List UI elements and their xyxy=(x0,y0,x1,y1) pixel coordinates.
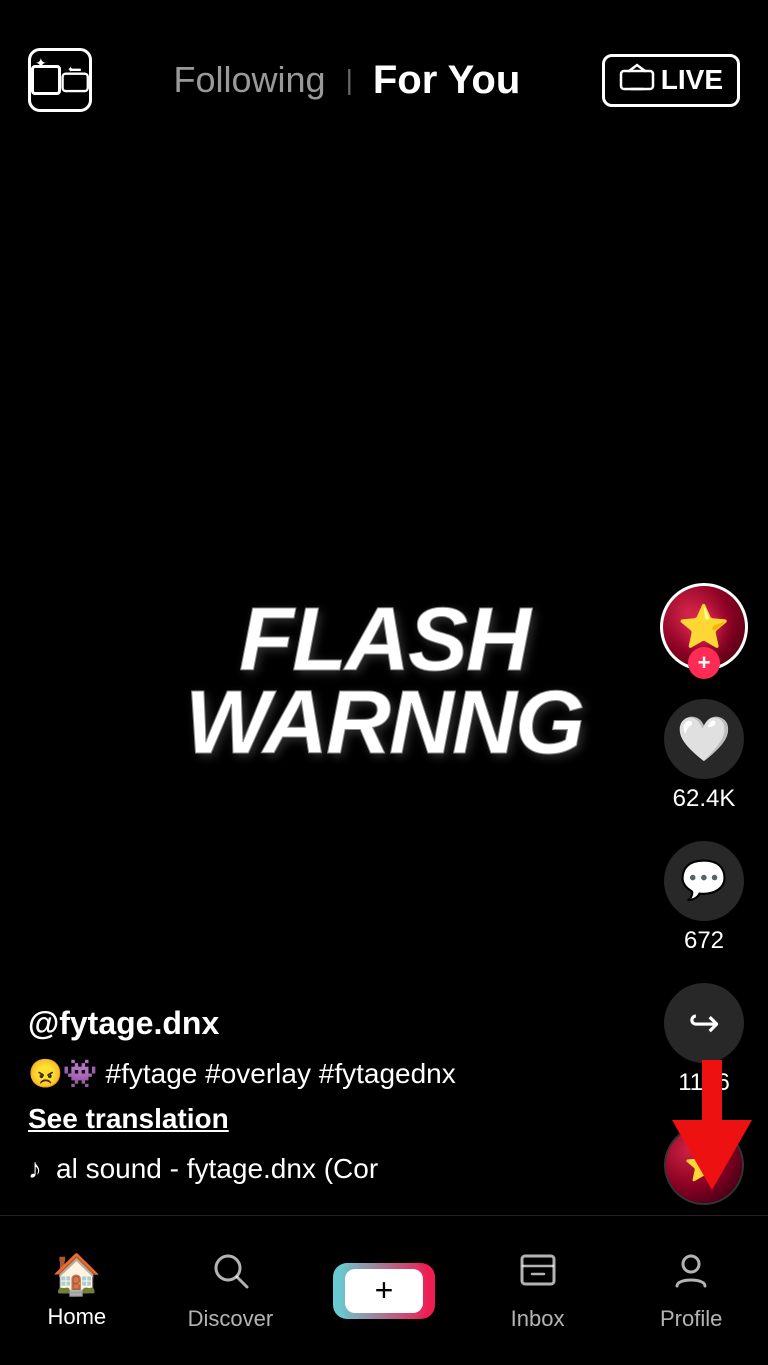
comment-count: 672 xyxy=(684,927,724,955)
creator-avatar[interactable]: ⭐ + xyxy=(660,583,748,671)
creator-username[interactable]: @fytage.dnx xyxy=(28,1005,580,1042)
for-you-tab[interactable]: For You xyxy=(373,58,520,103)
profile-icon xyxy=(671,1250,711,1300)
music-note-icon: ♪ xyxy=(28,1153,42,1185)
plus-icon: + xyxy=(375,1272,394,1309)
nav-inbox[interactable]: Inbox xyxy=(461,1250,615,1332)
share-button[interactable]: ↪ xyxy=(664,983,744,1063)
heart-icon: 🤍 xyxy=(677,713,732,765)
follow-button[interactable]: + xyxy=(688,647,720,679)
inbox-icon xyxy=(518,1250,558,1300)
post-info: @fytage.dnx 😠👾 #fytage #overlay #fytaged… xyxy=(0,1005,608,1205)
discover-icon xyxy=(210,1250,250,1300)
sound-name[interactable]: al sound - fytage.dnx (Cor xyxy=(56,1153,378,1185)
avatar-star-icon: ⭐ xyxy=(678,603,730,652)
profile-label: Profile xyxy=(660,1306,722,1332)
inbox-label: Inbox xyxy=(511,1306,565,1332)
nav-home[interactable]: 🏠 Home xyxy=(0,1251,154,1330)
tab-divider: | xyxy=(346,64,353,96)
comment-button[interactable]: 💬 xyxy=(664,841,744,921)
red-arrow-indicator xyxy=(672,1060,752,1190)
see-translation-button[interactable]: See translation xyxy=(28,1103,580,1135)
comment-action: 💬 672 xyxy=(664,841,744,955)
nav-profile[interactable]: Profile xyxy=(614,1250,768,1332)
live-button[interactable]: LIVE xyxy=(602,54,740,107)
camera-button[interactable]: ✦ xyxy=(28,48,92,112)
post-caption: 😠👾 #fytage #overlay #fytagednx xyxy=(28,1054,580,1093)
feed-tabs: Following | For You xyxy=(174,58,521,103)
nav-discover[interactable]: Discover xyxy=(154,1250,308,1332)
like-action: 🤍 62.4K xyxy=(664,699,744,813)
like-button[interactable]: 🤍 xyxy=(664,699,744,779)
create-button[interactable]: + xyxy=(339,1263,429,1319)
share-icon: ↪ xyxy=(688,1001,720,1046)
like-count: 62.4K xyxy=(673,785,736,813)
sound-info: ♪ al sound - fytage.dnx (Cor xyxy=(28,1153,580,1185)
comment-icon: 💬 xyxy=(680,859,727,903)
bottom-navigation: 🏠 Home Discover + Inbox xyxy=(0,1215,768,1365)
following-tab[interactable]: Following xyxy=(174,59,326,101)
home-icon: 🏠 xyxy=(52,1251,102,1298)
svg-text:✦: ✦ xyxy=(67,65,74,74)
top-navigation: ✦ Following | For You LIVE xyxy=(0,0,768,160)
video-overlay-text: FLASH WARNNG xyxy=(134,600,634,766)
live-label: LIVE xyxy=(661,64,723,96)
create-button-inner: + xyxy=(345,1269,423,1313)
home-label: Home xyxy=(47,1304,106,1330)
discover-label: Discover xyxy=(188,1306,274,1332)
nav-create[interactable]: + xyxy=(307,1263,461,1319)
live-tv-icon xyxy=(619,63,655,98)
